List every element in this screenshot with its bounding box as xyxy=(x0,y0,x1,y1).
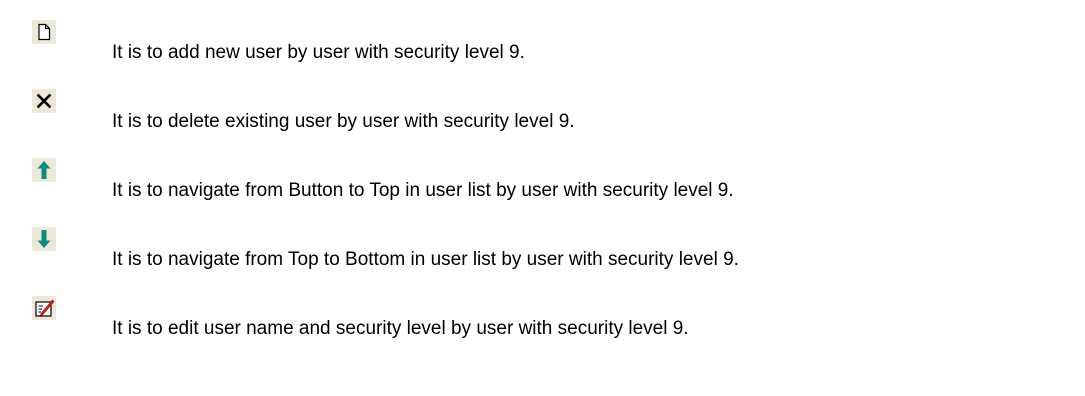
legend-text-delete-user: It is to delete existing user by user wi… xyxy=(112,111,575,132)
arrow-up-icon[interactable] xyxy=(32,158,56,182)
legend-row-navigate-down: It is to navigate from Top to Bottom in … xyxy=(0,225,1085,285)
legend-row-delete-user: It is to delete existing user by user wi… xyxy=(0,87,1085,147)
new-document-icon[interactable] xyxy=(32,20,56,44)
legend-text-edit-user: It is to edit user name and security lev… xyxy=(112,318,689,339)
arrow-down-icon[interactable] xyxy=(32,227,56,251)
edit-pen-icon[interactable] xyxy=(32,296,56,320)
delete-x-icon[interactable] xyxy=(32,89,56,113)
icon-legend-page: { "legend": { "rows": [ { "icon": "new-d… xyxy=(0,0,1085,396)
legend-row-edit-user: It is to edit user name and security lev… xyxy=(0,294,1085,354)
legend-row-add-user: It is to add new user by user with secur… xyxy=(0,18,1085,78)
legend-row-navigate-up: It is to navigate from Button to Top in … xyxy=(0,156,1085,216)
legend-text-navigate-down: It is to navigate from Top to Bottom in … xyxy=(112,249,739,270)
legend-text-navigate-up: It is to navigate from Button to Top in … xyxy=(112,180,734,201)
legend-text-add-user: It is to add new user by user with secur… xyxy=(112,42,525,63)
